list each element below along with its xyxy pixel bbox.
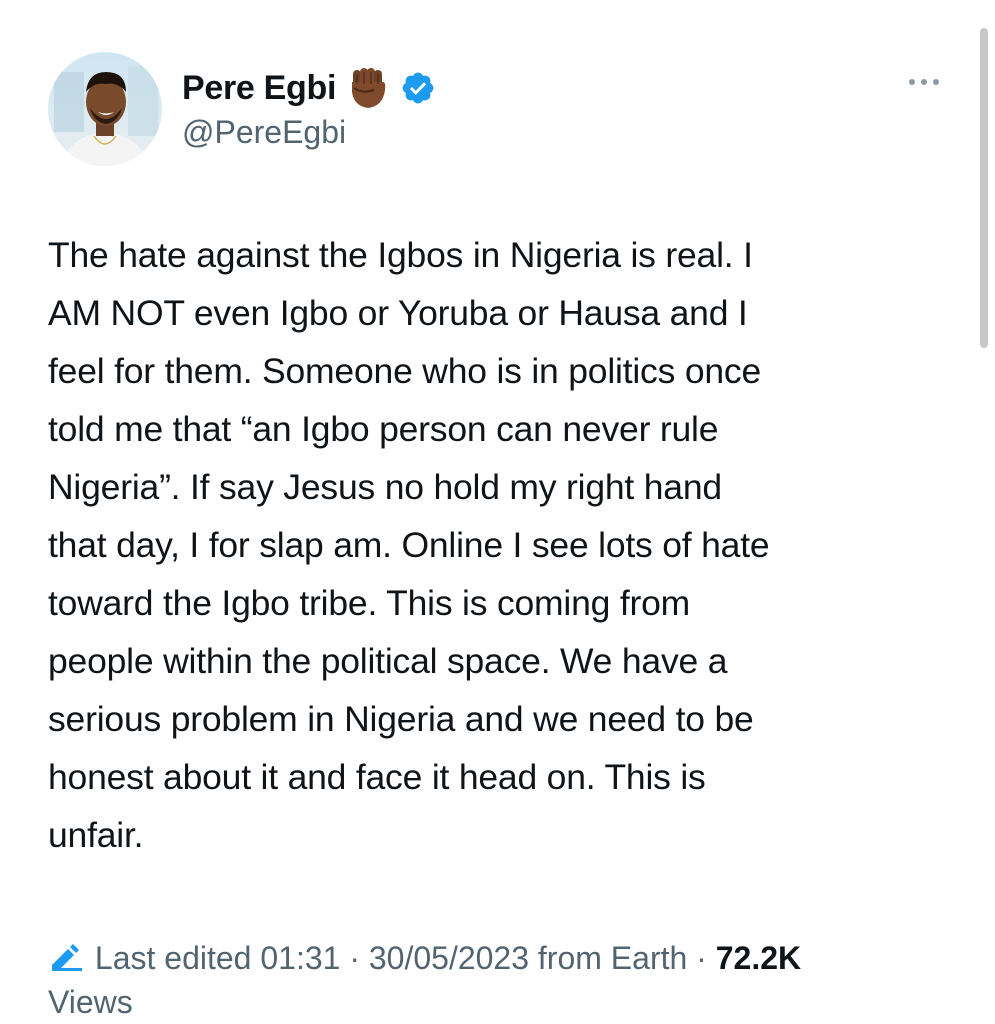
views-count: 72.2K <box>715 940 802 976</box>
views-label: Views <box>48 984 133 1020</box>
scrollbar[interactable] <box>980 28 988 348</box>
verified-badge-icon <box>400 70 436 106</box>
separator: · <box>687 940 716 976</box>
tweet-date[interactable]: 30/05/2023 <box>369 940 529 976</box>
tweet-text: The hate against the Igbos in Nigeria is… <box>48 235 770 855</box>
tweet-metadata: Last edited 01:31 · 30/05/2023 from Eart… <box>48 936 948 1024</box>
raised-fist-icon <box>346 66 390 110</box>
avatar[interactable] <box>48 52 162 166</box>
author-display-name[interactable]: Pere Egbi <box>182 69 336 108</box>
pencil-icon <box>48 938 86 971</box>
separator: · <box>340 940 369 976</box>
more-options-icon[interactable] <box>904 72 944 92</box>
last-edited-link[interactable]: Last edited 01:31 <box>95 940 341 976</box>
tweet-source: from Earth <box>529 940 688 976</box>
author-handle[interactable]: @PereEgbi <box>182 114 346 151</box>
author-name-row: Pere Egbi <box>182 64 436 112</box>
